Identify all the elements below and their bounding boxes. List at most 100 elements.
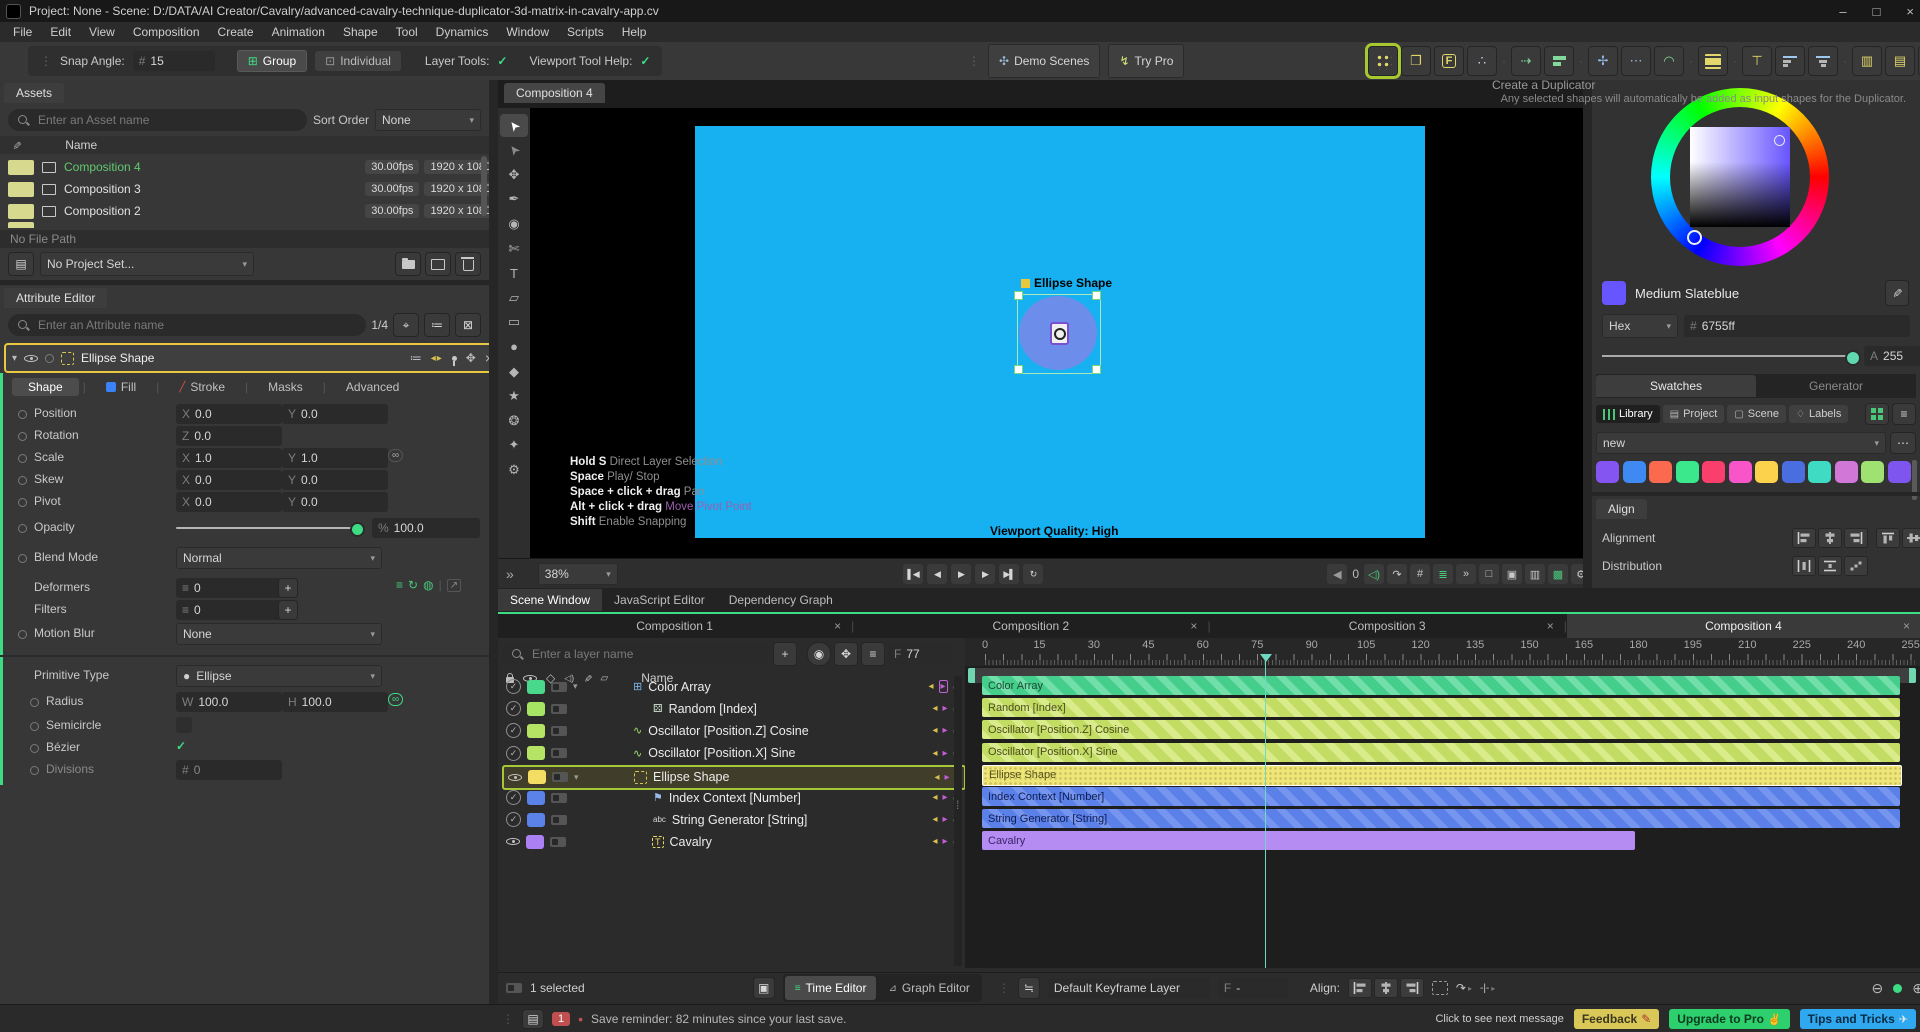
visibility-eye-icon[interactable]: [24, 352, 38, 364]
layer-search-input[interactable]: [502, 643, 768, 665]
group-mode-button[interactable]: ⊞Group: [237, 50, 307, 72]
track-bar[interactable]: Random [Index]: [982, 698, 1900, 717]
menu-animation[interactable]: Animation: [263, 23, 334, 41]
panel-divider-left[interactable]: [489, 80, 498, 1004]
layer-enabled-icon[interactable]: ✓: [506, 746, 521, 761]
value-field[interactable]: #0: [176, 760, 282, 780]
align-tab[interactable]: Align: [1596, 499, 1647, 519]
keyframe-dot[interactable]: [30, 722, 39, 731]
track-bar[interactable]: Color Array: [982, 676, 1900, 695]
console-icon[interactable]: ▤: [522, 1009, 544, 1029]
selection-handle[interactable]: [1014, 365, 1023, 374]
editor-tab-dependency-graph[interactable]: Dependency Graph: [717, 589, 845, 611]
keyframe-options-icon[interactable]: ≡: [861, 642, 885, 666]
distribute-h-button[interactable]: [1792, 556, 1816, 576]
motion-path-icon[interactable]: ↷: [1387, 564, 1407, 584]
kf-align-right-button[interactable]: [1400, 978, 1424, 998]
layer-toggle-icon[interactable]: [552, 772, 568, 782]
time-editor-button[interactable]: ≡Time Editor: [785, 976, 877, 1000]
track-bar[interactable]: String Generator [String]: [982, 809, 1900, 828]
alpha-slider-track[interactable]: [1602, 355, 1852, 357]
keyframe-dot[interactable]: [30, 698, 39, 707]
timeline-comp-tab-1[interactable]: Composition 1×: [498, 614, 851, 638]
ellipsis-icon[interactable]: ⋯: [1621, 46, 1651, 76]
layer-row-cavalry[interactable]: TCavalry◂▸○: [502, 831, 962, 852]
tsquare-icon[interactable]: ⊤: [1742, 46, 1772, 76]
asset-color-swatch[interactable]: [8, 204, 34, 219]
prev-keyframe-icon[interactable]: ◂: [933, 725, 938, 736]
align-top-button[interactable]: [1876, 528, 1900, 548]
new-composition-button[interactable]: [425, 252, 451, 276]
zoom-slider-knob[interactable]: [1893, 984, 1902, 993]
minimize-button[interactable]: –: [1839, 4, 1846, 19]
expand-chevron-icon[interactable]: ▾: [574, 772, 586, 783]
keyframe-dot[interactable]: [18, 476, 27, 485]
filmstrip-icon[interactable]: [1698, 46, 1728, 76]
menu-scripts[interactable]: Scripts: [558, 23, 613, 41]
zoom-in-icon[interactable]: ⊕: [1912, 980, 1920, 997]
asset-color-swatch[interactable]: [8, 182, 34, 197]
distribute-v-button[interactable]: [1818, 556, 1842, 576]
sort-order-dropdown[interactable]: None▾: [375, 109, 481, 131]
keyframe-dot[interactable]: [18, 454, 27, 463]
add-filter-button[interactable]: +: [278, 600, 298, 620]
filters-field[interactable]: ≡0: [176, 600, 282, 620]
swatch[interactable]: [1702, 461, 1725, 483]
distribute-icon[interactable]: ✢: [1588, 46, 1618, 76]
forge-icon[interactable]: F: [1434, 46, 1464, 76]
keyframe-dot[interactable]: [30, 766, 39, 775]
prev-keyframe-icon[interactable]: ◂: [935, 772, 940, 783]
link-scale-icon[interactable]: ∞: [388, 449, 403, 462]
swatch[interactable]: [1649, 461, 1672, 483]
menu-help[interactable]: Help: [613, 23, 656, 41]
duplicator-icon[interactable]: [1368, 46, 1398, 76]
ease-curve-button[interactable]: ↷▸: [1456, 981, 1472, 995]
attr-tab-stroke[interactable]: ╱Stroke: [163, 378, 241, 396]
duplicate-view-icon[interactable]: ▥: [1525, 564, 1545, 584]
attr-tab-shape[interactable]: Shape: [12, 378, 79, 396]
layer-enabled-icon[interactable]: ✓: [506, 723, 521, 738]
next-keyframe-icon[interactable]: ▸: [943, 703, 948, 714]
menu-composition[interactable]: Composition: [124, 23, 209, 41]
layer-toggle-icon[interactable]: [551, 726, 567, 736]
swatch-group-dropdown[interactable]: new▾: [1596, 432, 1886, 454]
swatch[interactable]: [1623, 461, 1646, 483]
collapse-chevron-icon[interactable]: ▾: [12, 353, 17, 364]
track-bar[interactable]: Cavalry: [982, 831, 1635, 850]
keyframe-dot[interactable]: [30, 744, 39, 753]
layer-color-swatch[interactable]: [527, 746, 545, 760]
keyframe-layer-icon[interactable]: ≒: [1018, 977, 1040, 999]
menu-view[interactable]: View: [80, 23, 124, 41]
delete-asset-button[interactable]: [455, 252, 481, 276]
keyframe-nav-icon[interactable]: ◂▸: [431, 353, 443, 364]
go-to-end-button[interactable]: ▶▌: [999, 564, 1019, 584]
selection-handle[interactable]: [1014, 291, 1023, 300]
move-node-icon[interactable]: ✥: [466, 351, 476, 365]
primitive-type-dropdown[interactable]: ●Ellipse▾: [176, 665, 382, 687]
layer-row-index-context-number-[interactable]: ✓⚑Index Context [Number]◂▸○: [502, 787, 962, 808]
arc-icon[interactable]: ◠: [1654, 46, 1684, 76]
blend-mode-dropdown[interactable]: Normal▾: [176, 547, 382, 569]
prev-keyframe-icon[interactable]: ◂: [933, 792, 938, 803]
expand-icon[interactable]: »: [1456, 564, 1476, 584]
add-deformer-button[interactable]: +: [278, 578, 298, 598]
bezier-checkbox[interactable]: ✓: [176, 739, 186, 753]
prev-keyframe-icon[interactable]: ◂: [933, 836, 938, 847]
alpha-slider-knob[interactable]: [1845, 350, 1861, 366]
scatter-icon[interactable]: ∴: [1467, 46, 1497, 76]
expand-chevron-icon[interactable]: ▾: [573, 681, 585, 692]
transparency-checker-icon[interactable]: ▩: [1548, 564, 1568, 584]
try-pro-button[interactable]: ↯Try Pro: [1108, 44, 1184, 78]
keyframe-dot[interactable]: [18, 410, 27, 419]
layer-toggle-icon[interactable]: [550, 837, 566, 847]
swatch[interactable]: [1808, 461, 1831, 483]
layer-toggle-icon[interactable]: [551, 704, 567, 714]
value-field[interactable]: W100.0: [176, 692, 282, 712]
asset-row[interactable]: Composition 430.00fps1920 x 1080: [0, 156, 505, 178]
zoom-out-icon[interactable]: ⊖: [1872, 980, 1884, 997]
track-bar[interactable]: Index Context [Number]: [982, 787, 1900, 806]
swatch[interactable]: [1596, 461, 1619, 483]
play-button[interactable]: ▶: [951, 564, 971, 584]
range-end-handle[interactable]: [1909, 668, 1916, 683]
grid-toggle-icon[interactable]: #: [1410, 564, 1430, 584]
